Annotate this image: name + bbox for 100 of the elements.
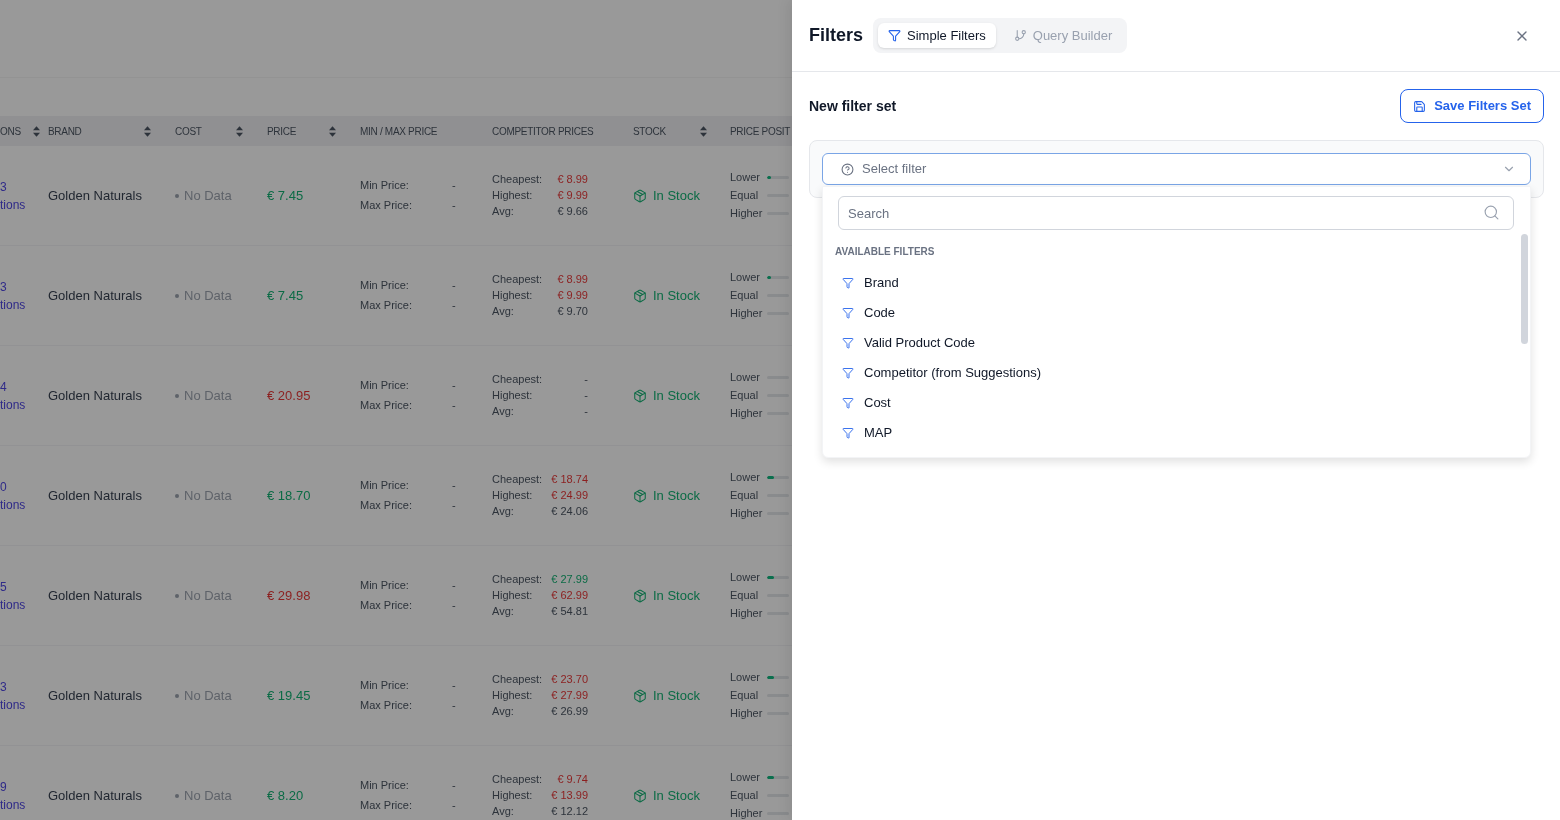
field-value: - [452,798,456,814]
column-header: BRAND [48,124,82,139]
table-link[interactable]: 3 tions [0,677,26,714]
table-link[interactable]: 3 tions [0,177,26,214]
search-field[interactable]: Search [838,196,1514,230]
position-label: Lower [730,172,761,183]
field-value: - [452,598,456,614]
field-label: Cheapest: [492,172,544,188]
field-label: Avg: [492,204,515,220]
field-value: - [452,478,456,494]
price-text: € 7.45 [267,186,304,205]
field-label: Highest: [492,688,534,704]
table-link[interactable]: 3 tions [0,277,26,314]
field-label: Min Price: [360,278,410,294]
column-header: ONS [0,124,21,139]
table-cell-text: No Data [184,186,232,205]
field-label: Min Price: [360,678,410,694]
filter-option[interactable]: Competitor (from Suggestions) [835,358,1041,388]
position-label: Lower [730,372,761,383]
table-cell-text: No Data [184,286,232,305]
field-label: Max Price: [360,398,413,414]
field-value: - [452,278,456,294]
position-label: Equal [730,190,760,201]
sort-icon[interactable] [329,125,336,137]
competitor-price: € 23.70 [551,672,588,688]
table-cell-text: No Data [184,686,232,705]
position-label: Equal [730,490,760,501]
box-icon [633,688,647,703]
column-header: MIN / MAX PRICE [360,124,438,139]
filter-option[interactable]: Code [835,298,896,328]
filter-option[interactable]: MAP [835,418,893,448]
position-label: Equal [730,790,760,801]
field-label: Min Price: [360,778,410,794]
price-text: € 19.45 [267,686,311,705]
funnel-icon [888,29,902,42]
sort-icon[interactable] [33,125,40,137]
field-label: Min Price: [360,178,410,194]
sort-icon[interactable] [144,125,151,137]
field-label: Highest: [492,788,534,804]
position-label: Higher [730,808,764,819]
table-link[interactable]: 5 tions [0,577,26,614]
field-label: Min Price: [360,378,410,394]
field-value: - [452,198,456,214]
field-label: Avg: [492,504,515,520]
field-value: - [452,398,456,414]
save-filters-button[interactable]: Save Filters Set [1400,89,1544,123]
position-label: Lower [730,472,761,483]
filter-select[interactable]: Select filter [822,153,1531,185]
sort-icon[interactable] [700,125,707,137]
field-label: Cheapest: [492,672,544,688]
table-link[interactable]: 4 tions [0,377,26,414]
filter-option[interactable]: Cost [835,388,891,418]
table-cell-text: Golden Naturals [48,386,142,405]
table-cell-text: Golden Naturals [48,486,142,505]
funnel-icon [842,367,854,379]
column-header: STOCK [633,124,666,139]
table-cell-text: Golden Naturals [48,186,142,205]
help-icon [841,162,854,176]
stock-status: In Stock [653,686,700,705]
competitor-price: - [584,404,588,420]
filter-option[interactable]: Brand [835,268,899,298]
box-icon [633,488,647,503]
field-label: Highest: [492,188,534,204]
column-header: COST [175,124,202,139]
competitor-price: € 18.74 [551,472,588,488]
field-label: Avg: [492,804,515,820]
position-label: Lower [730,772,761,783]
table-cell-text: Golden Naturals [48,586,142,605]
competitor-price: - [584,372,588,388]
competitor-price: € 8.99 [557,272,588,288]
position-label: Higher [730,408,764,419]
table-link[interactable]: 9 tions [0,777,26,814]
table-link[interactable]: 0 tions [0,477,26,514]
position-label: Equal [730,690,760,701]
funnel-icon [842,307,854,319]
table-cell-text: Golden Naturals [48,286,142,305]
scrollbar-thumb[interactable] [1521,234,1528,344]
funnel-icon [842,337,854,349]
filter-option[interactable]: Valid Product Code [835,328,976,358]
tab[interactable]: Simple Filters [878,23,996,48]
field-label: Min Price: [360,478,410,494]
position-label: Lower [730,572,761,583]
field-label: Max Price: [360,498,413,514]
sort-icon[interactable] [236,125,243,137]
price-text: € 18.70 [267,486,311,505]
competitor-price: € 9.74 [557,772,588,788]
position-label: Lower [730,672,761,683]
position-label: Equal [730,590,760,601]
price-text: € 7.45 [267,286,304,305]
table-cell-text: Golden Naturals [48,686,142,705]
field-label: Max Price: [360,198,413,214]
position-label: Equal [730,290,760,301]
field-label: Cheapest: [492,572,544,588]
competitor-price: € 13.99 [551,788,588,804]
price-text: € 29.98 [267,586,311,605]
column-header: COMPETITOR PRICES [492,124,594,139]
position-label: Higher [730,508,764,519]
box-icon [633,788,647,803]
section-title: New filter set [809,96,897,116]
field-label: Avg: [492,704,515,720]
